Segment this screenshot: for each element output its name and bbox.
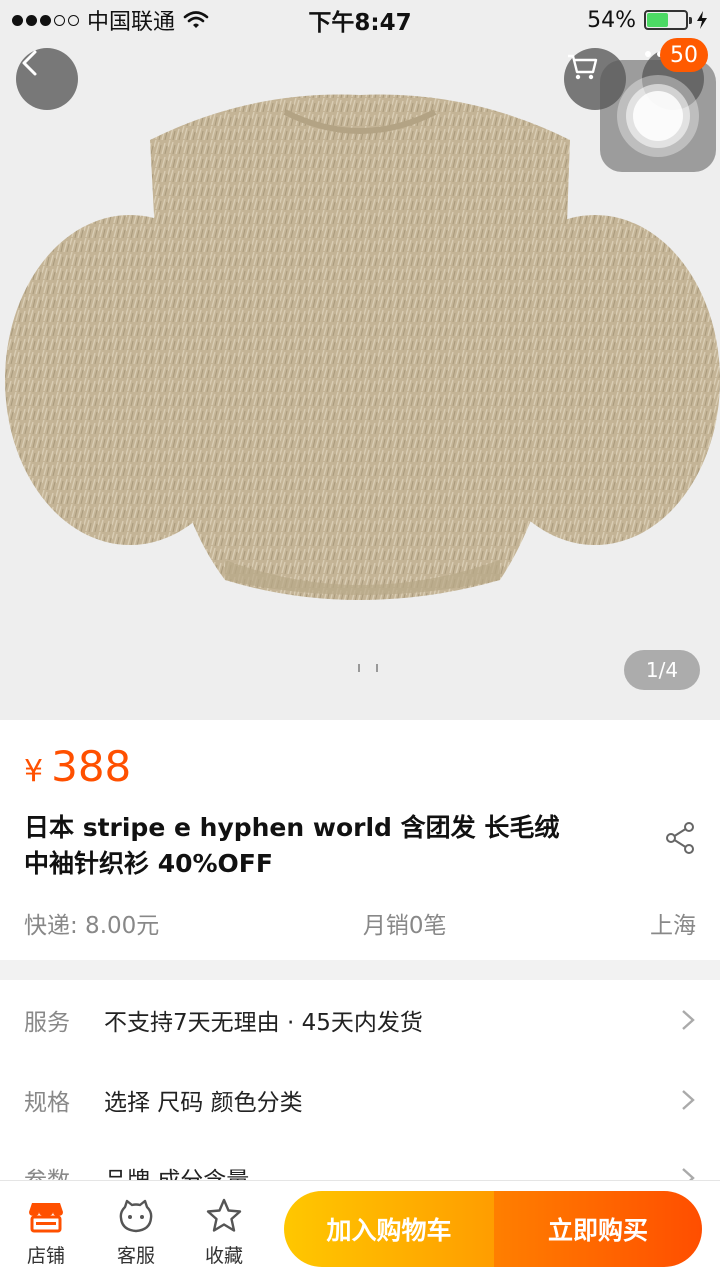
product-title-line2: 中袖针织衫 40%OFF (24, 849, 273, 878)
customer-service-label: 客服 (116, 1245, 155, 1267)
chevron-right-icon (682, 1010, 695, 1030)
shipping-fee: 快递: 8.00元 (24, 913, 160, 939)
option-label: 规格 (24, 1090, 70, 1116)
charging-bolt-icon (697, 11, 707, 29)
product-title-line1: 日本 stripe e hyphen world 含团发 长毛绒 (24, 813, 560, 842)
product-info-panel: ¥ 388 日本 stripe e hyphen world 含团发 长毛绒 中… (0, 720, 720, 960)
ship-location: 上海 (649, 913, 696, 939)
store-tab[interactable]: 店铺 (6, 1197, 86, 1268)
purchase-actions: 加入购物车 立即购买 (284, 1191, 702, 1267)
carrier-name: 中国联通 (87, 10, 176, 35)
product-meta: 快递: 8.00元 月销0笔 上海 (24, 906, 696, 940)
price-value: 388 (51, 742, 132, 791)
add-to-cart-button[interactable]: 加入购物车 (284, 1191, 494, 1267)
chevron-right-icon (682, 1090, 695, 1110)
favorite-label: 收藏 (204, 1245, 243, 1267)
bottom-action-bar: 店铺 客服 收藏 加入购物车 立即购买 (0, 1180, 720, 1280)
star-icon (206, 1198, 242, 1232)
battery-icon (644, 10, 692, 30)
wifi-icon (183, 11, 209, 28)
status-bar: 中国联通 下午8:47 54% (0, 0, 720, 40)
product-price: ¥ 388 (24, 742, 131, 791)
customer-service-tab[interactable]: 客服 (96, 1197, 176, 1268)
back-arrow-icon (22, 50, 37, 76)
buy-now-button[interactable]: 立即购买 (494, 1191, 702, 1267)
store-icon (29, 1203, 63, 1233)
monthly-sales: 月销0笔 (362, 913, 447, 939)
share-icon[interactable] (662, 820, 698, 856)
battery-percent: 54% (587, 7, 636, 33)
product-image-carousel[interactable]: 50 1/4 (0, 0, 720, 720)
currency-symbol: ¥ (24, 754, 44, 789)
signal-dots-icon (12, 14, 79, 26)
cart-icon (568, 54, 598, 80)
customer-service-icon (119, 1199, 153, 1233)
option-value: 选择 尺码 颜色分类 (104, 1090, 303, 1116)
cart-count-badge: 50 (660, 38, 708, 72)
option-value: 不支持7天无理由 · 45天内发货 (104, 1010, 423, 1036)
store-label: 店铺 (26, 1245, 65, 1267)
option-label: 服务 (24, 1010, 70, 1036)
back-button[interactable] (16, 48, 78, 110)
option-row-spec[interactable]: 规格 选择 尺码 颜色分类 (0, 1060, 720, 1140)
assistive-touch-button[interactable] (600, 60, 716, 172)
option-row-service[interactable]: 服务 不支持7天无理由 · 45天内发货 (0, 980, 720, 1060)
image-pager-indicator: 1/4 (624, 650, 700, 690)
product-title: 日本 stripe e hyphen world 含团发 长毛绒 中袖针织衫 4… (24, 810, 624, 882)
favorite-tab[interactable]: 收藏 (184, 1197, 264, 1268)
